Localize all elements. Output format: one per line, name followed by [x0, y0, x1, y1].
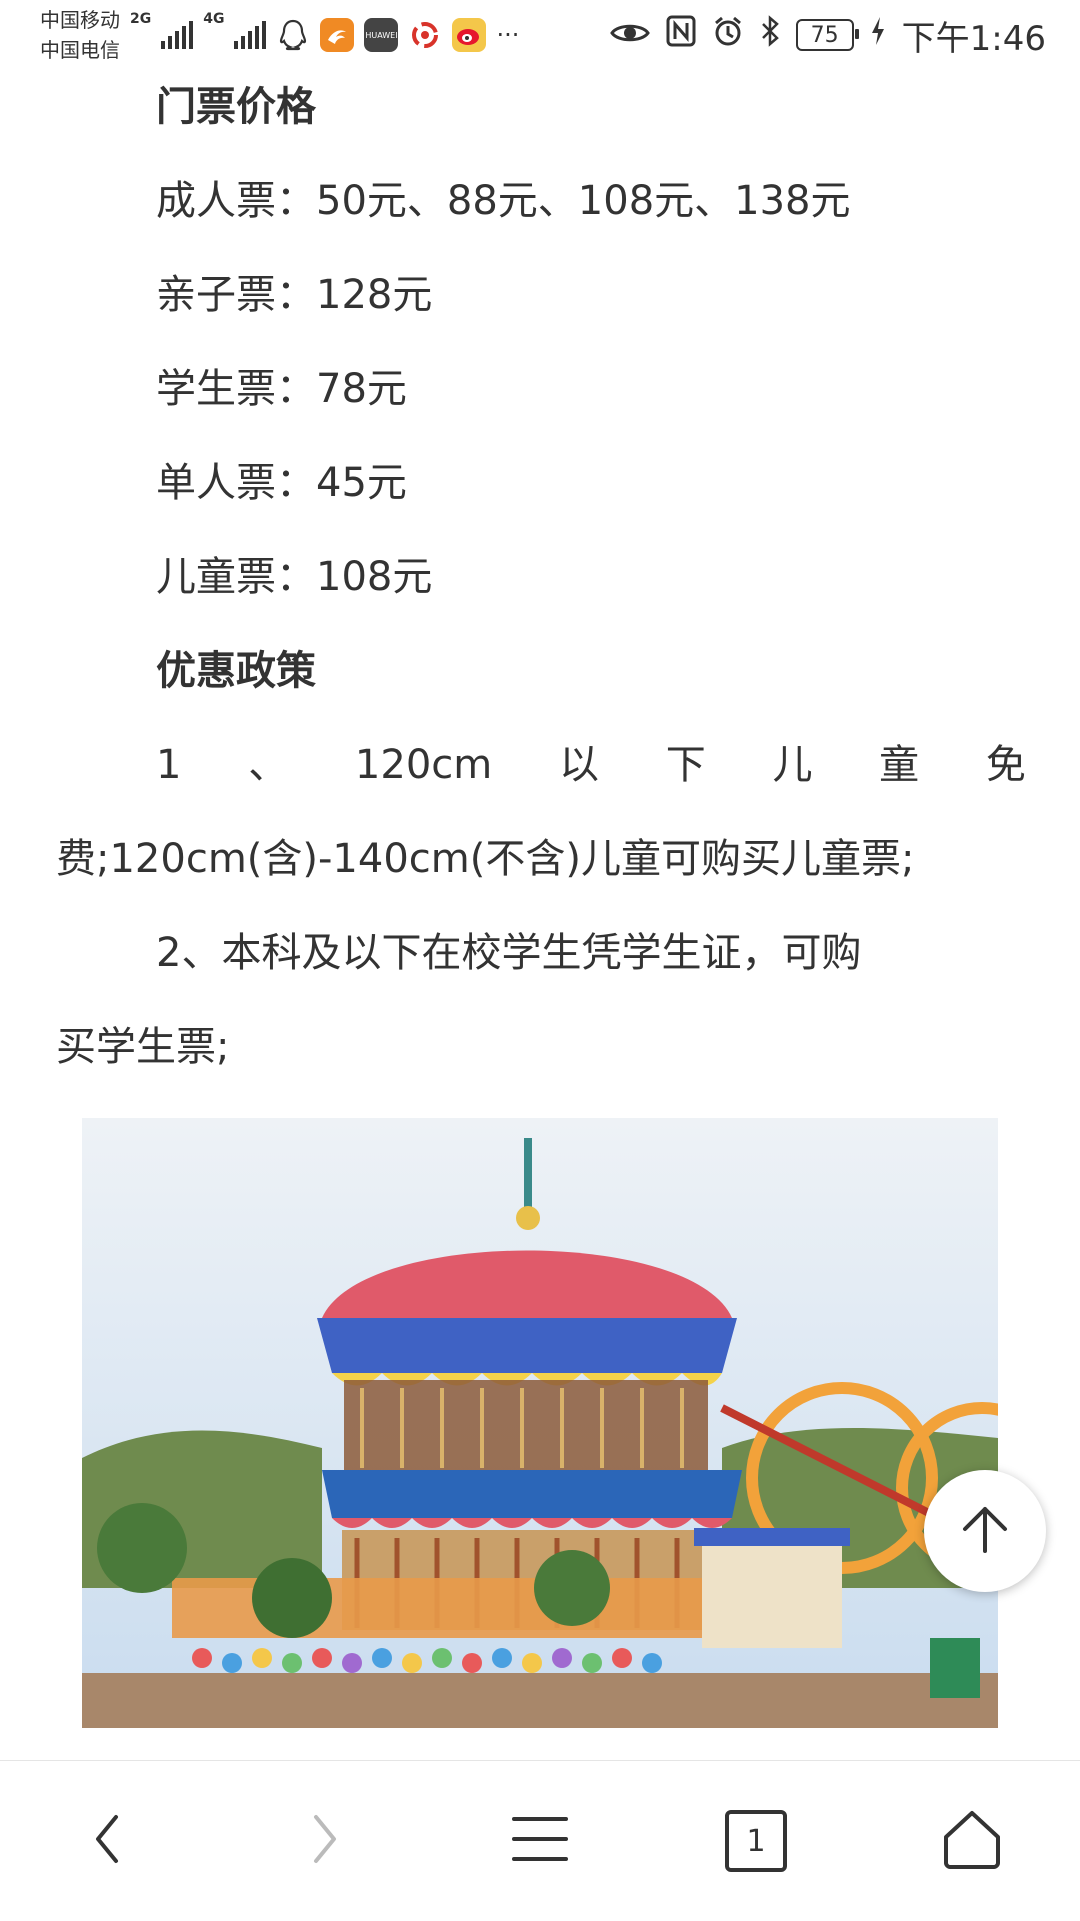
discount-2-line-2: 买学生票;: [56, 1024, 230, 1070]
nfc-icon: [666, 15, 696, 56]
weibo-icon: [452, 18, 487, 52]
discount-token: 童: [879, 742, 920, 788]
discount-1-line-2: 费;120cm(含)-140cm(不含)儿童可购买儿童票;: [56, 836, 915, 882]
huawei-app-icon: HUAWEI: [364, 18, 399, 52]
ticket-adult: 成人票：50元、88元、108元、138元: [156, 178, 851, 224]
network-type-1: 2G: [130, 11, 152, 27]
discount-token: 免: [985, 742, 1026, 788]
chevron-left-icon: [88, 1809, 128, 1873]
clock: 下午1:46: [901, 18, 1046, 59]
discount-section-title: 优惠政策: [156, 648, 316, 694]
chevron-right-icon: [304, 1809, 344, 1873]
qq-icon: [276, 18, 310, 52]
charging-icon: [870, 15, 886, 55]
uc-browser-icon: [320, 18, 355, 52]
ticket-child: 儿童票：108元: [156, 554, 433, 600]
article-body: 门票价格 成人票：50元、88元、108元、138元 亲子票：128元 学生票：…: [56, 60, 1026, 1094]
ticket-family: 亲子票：128元: [156, 272, 433, 318]
tabs-button[interactable]: 1: [696, 1781, 816, 1901]
back-to-top-button[interactable]: [924, 1470, 1046, 1592]
ticket-student: 学生票：78元: [156, 366, 407, 412]
discount-token: 1: [156, 742, 182, 788]
browser-bottom-nav: 1: [0, 1760, 1080, 1921]
tab-count: 1: [746, 1823, 766, 1859]
status-right: 75 下午1:46: [609, 11, 1046, 60]
menu-button[interactable]: [480, 1781, 600, 1901]
signal-icon: [161, 21, 194, 49]
discount-token: 下: [665, 742, 706, 788]
bluetooth-icon: [760, 14, 780, 56]
forward-button[interactable]: [264, 1781, 384, 1901]
battery-level: 75: [810, 22, 839, 48]
carousel-illustration: [82, 1118, 998, 1728]
discount-token: 以: [558, 742, 599, 788]
eye-comfort-icon: [609, 15, 650, 55]
tab-count-icon: 1: [725, 1810, 787, 1872]
ticket-single: 单人票：45元: [156, 460, 407, 506]
discount-token: 、: [248, 742, 289, 788]
discount-token: 120cm: [354, 742, 493, 788]
carrier-info: 中国移动 中国电信: [40, 5, 120, 65]
signal-icon: [234, 21, 267, 49]
home-button[interactable]: [912, 1781, 1032, 1901]
discount-token: 儿: [772, 742, 813, 788]
huawei-label: HUAWEI: [365, 30, 398, 40]
hamburger-menu-icon: [510, 1813, 570, 1869]
carrier-1: 中国移动: [40, 8, 120, 32]
alarm-icon: [712, 15, 744, 56]
news-app-icon: [408, 18, 442, 52]
battery-indicator: 75: [795, 19, 859, 51]
status-left: 中国移动 中国电信 2G 4G HUAWEI ···: [40, 5, 519, 65]
discount-2-line-1: 2、本科及以下在校学生凭学生证，可购: [156, 930, 862, 976]
more-notifications-icon: ···: [496, 21, 520, 49]
arrow-up-icon: [955, 1499, 1015, 1563]
back-button[interactable]: [48, 1781, 168, 1901]
network-type-2: 4G: [203, 11, 225, 27]
home-icon: [940, 1807, 1004, 1875]
carousel-photo: [82, 1118, 998, 1728]
price-section-title: 门票价格: [156, 84, 316, 130]
discount-1-line-1: 1 、 120cm 以 下 儿 童 免: [56, 718, 1026, 812]
